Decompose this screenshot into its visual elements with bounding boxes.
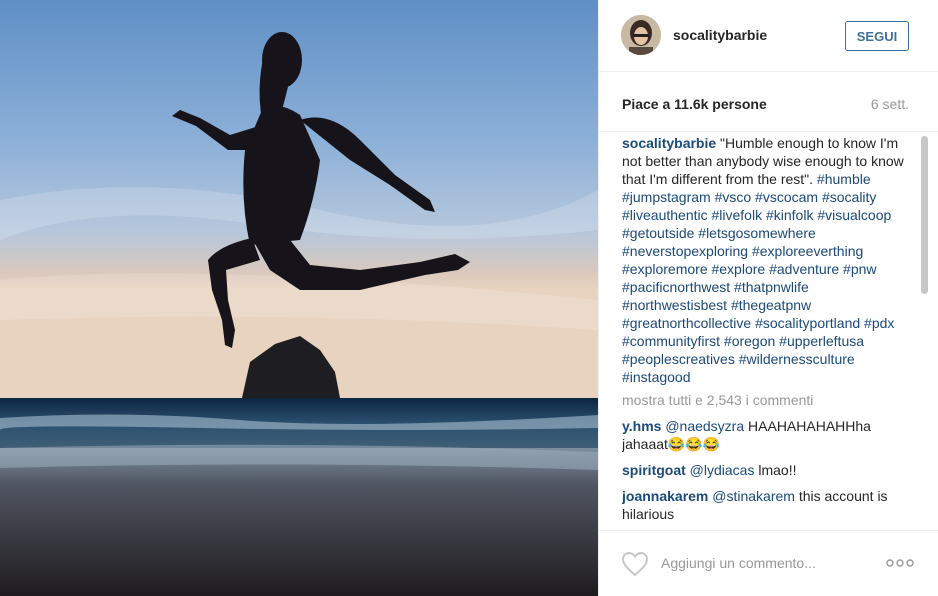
post-username[interactable]: socalitybarbie <box>673 27 767 43</box>
follow-button[interactable]: SEGUI <box>845 21 909 51</box>
comment-item: spiritgoat @lydiacas lmao!! <box>622 461 912 479</box>
caption-username[interactable]: socalitybarbie <box>622 135 716 151</box>
comments-scrollbar[interactable] <box>921 136 928 294</box>
add-comment-input[interactable]: Aggiungi un commento... <box>661 555 816 571</box>
comment-username[interactable]: spiritgoat <box>622 462 686 478</box>
post-caption: socalitybarbie "Humble enough to know I'… <box>622 134 912 386</box>
comment-username[interactable]: y.hms <box>622 418 661 434</box>
post-details-panel: socalitybarbie SEGUI Piace a 11.6k perso… <box>598 0 938 596</box>
comment-item: joannakarem @stinakarem this account is … <box>622 487 912 523</box>
show-all-comments-link[interactable]: mostra tutti e 2,543 i commenti <box>622 391 912 409</box>
likes-count[interactable]: Piace a 11.6k persone <box>622 96 767 112</box>
comment-mention[interactable]: @lydiacas <box>690 462 755 478</box>
post-header: socalitybarbie SEGUI <box>599 0 938 72</box>
post-photo[interactable] <box>0 0 598 596</box>
post-stats: Piace a 11.6k persone 6 sett. <box>599 72 938 132</box>
comment-mention[interactable]: @stinakarem <box>712 488 795 504</box>
more-options-icon[interactable] <box>886 558 914 568</box>
comments-list[interactable]: socalitybarbie "Humble enough to know I'… <box>622 134 912 530</box>
comment-mention[interactable]: @naedsyzra <box>665 418 744 434</box>
comment-footer: Aggiungi un commento... <box>599 530 938 596</box>
comment-username[interactable]: joannakarem <box>622 488 708 504</box>
comment-item: y.hms @naedsyzra HAAHAHAHAHHha jahaaat😂😂… <box>622 417 912 453</box>
comment-text: lmao!! <box>758 462 797 478</box>
beach-jump-image <box>0 0 598 596</box>
heart-icon[interactable] <box>621 551 649 577</box>
post-time[interactable]: 6 sett. <box>871 96 909 112</box>
avatar[interactable] <box>621 15 661 55</box>
caption-hashtags[interactable]: #humble #jumpstagram #vsco #vscocam #soc… <box>622 171 894 385</box>
